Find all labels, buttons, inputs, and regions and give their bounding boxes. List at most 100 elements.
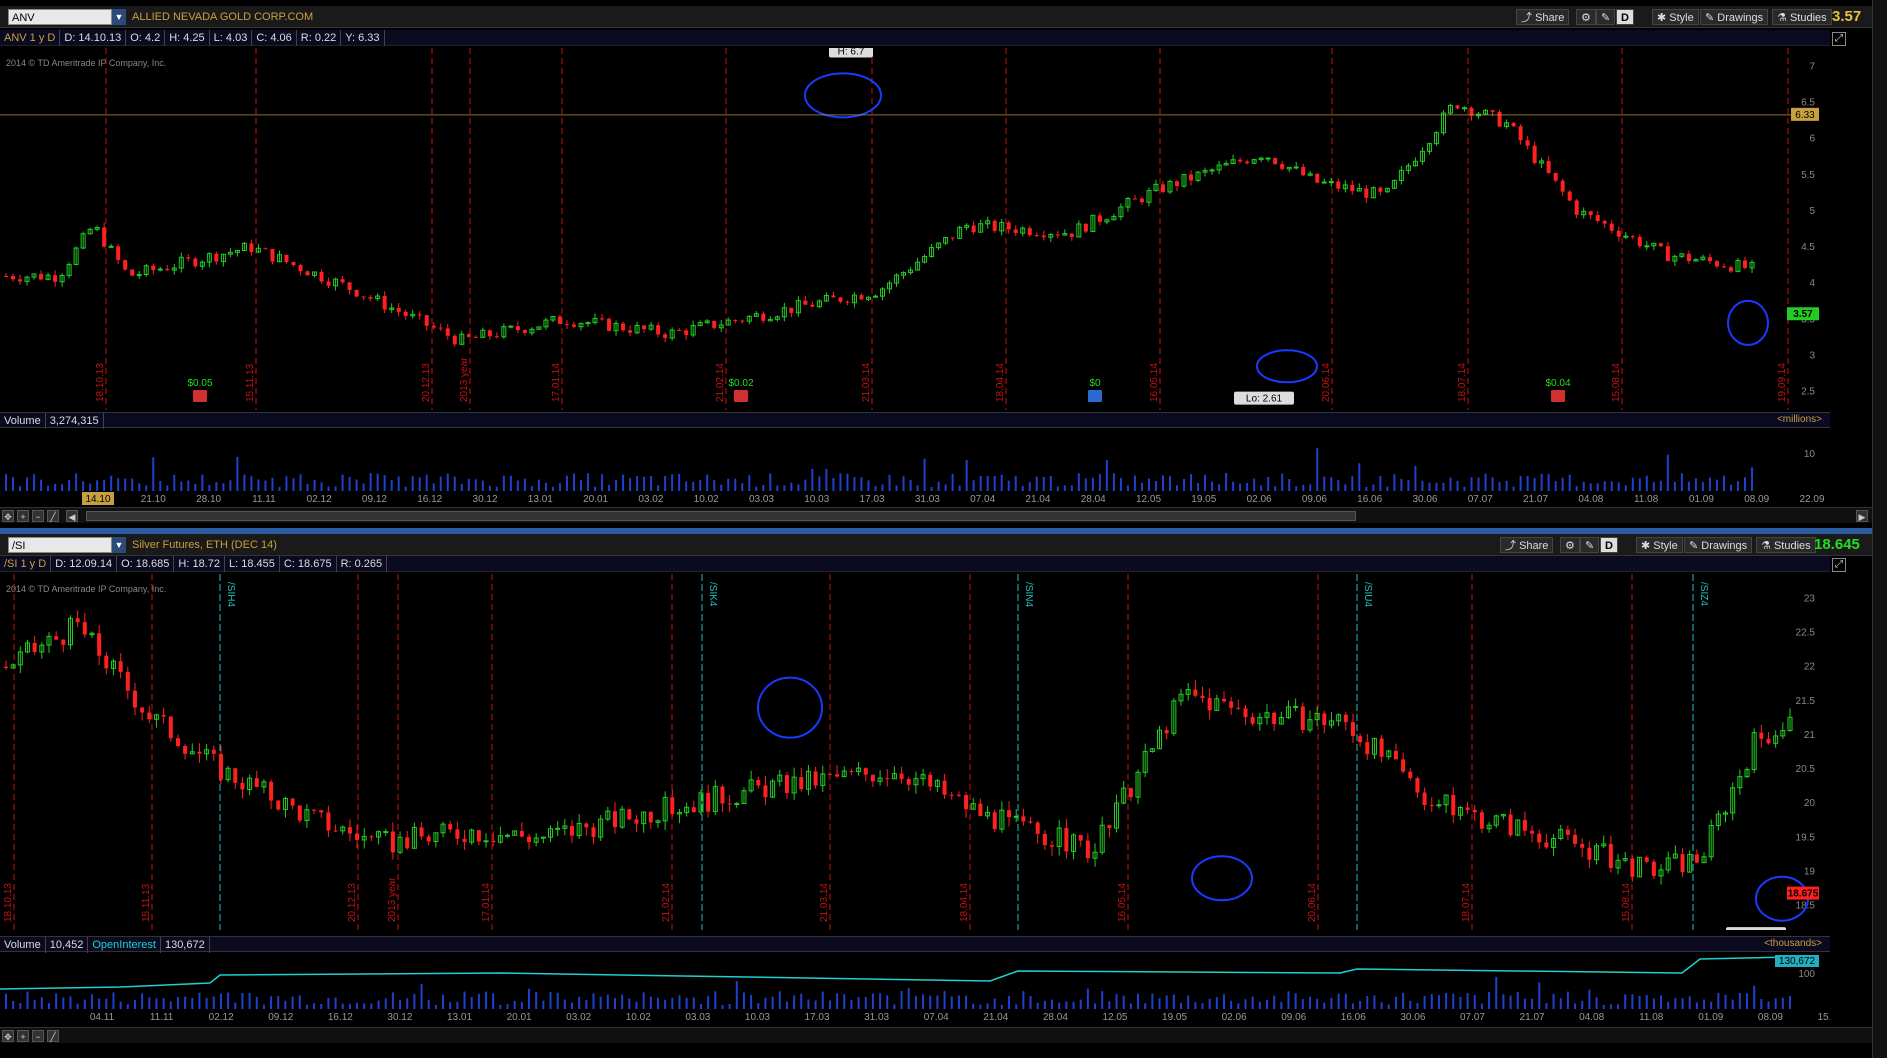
studies-button[interactable]: ⚗ Studies — [1756, 537, 1816, 553]
time-axis-label: 03.03 — [749, 494, 774, 505]
zoom-out-icon[interactable]: − — [32, 510, 44, 522]
volume-header: Volume 10,452 OpenInterest 130,672 <thousan… — [0, 936, 1830, 953]
candle-body — [125, 671, 130, 691]
symbol-input[interactable]: /SI — [8, 537, 112, 553]
candle-body — [319, 810, 324, 813]
candle-body — [906, 778, 911, 785]
share-button[interactable]: ⤴ Share — [1500, 537, 1554, 553]
candle-body — [82, 622, 87, 635]
candle-body — [634, 819, 639, 824]
drawings-button[interactable]: ✎ Drawings — [1684, 537, 1753, 553]
candle-body — [1097, 215, 1102, 222]
price-axis-label: 20.5 — [1796, 764, 1816, 775]
candle-body — [684, 330, 689, 335]
time-axis-label: 21.07 — [1523, 494, 1548, 505]
candle-body — [555, 827, 561, 830]
settings-button[interactable]: ⚙ — [1576, 9, 1596, 25]
settings-button[interactable]: ⚙ — [1560, 537, 1580, 553]
maximize-icon[interactable]: ⤢ — [1832, 558, 1846, 572]
time-axis-label: 30.12 — [387, 1012, 412, 1023]
pan-icon[interactable]: ✥ — [2, 1030, 14, 1042]
style-button[interactable]: ✱ Style — [1636, 537, 1683, 553]
candle-body — [1422, 792, 1427, 806]
dividend-label: $0.02 — [728, 378, 753, 389]
candle-body — [849, 771, 854, 773]
candle-body — [1580, 843, 1585, 848]
zoom-in-icon[interactable]: + — [17, 1030, 29, 1042]
price-chart[interactable]: 2014 © TD Ameritrade IP Company, Inc. 76… — [0, 48, 1830, 410]
pan-icon[interactable]: ✥ — [2, 510, 14, 522]
candle-body — [183, 745, 188, 754]
studies-button[interactable]: ⚗ Studies — [1772, 9, 1832, 25]
candle-body — [1085, 840, 1090, 859]
candle-body — [784, 775, 789, 794]
candle-body — [612, 811, 617, 828]
dividend-label: $0 — [1089, 378, 1101, 389]
candle-body — [1273, 158, 1278, 164]
maximize-icon[interactable]: ⤢ — [1832, 32, 1846, 46]
candle-body — [557, 316, 562, 324]
time-scrollbar[interactable]: ✥ + − ╱ — [0, 1027, 1887, 1043]
event-date-label: 19.09.14 — [1777, 363, 1788, 402]
period-button[interactable]: D — [1616, 9, 1634, 25]
last-price: 3.57 — [1832, 8, 1862, 25]
drawing-tool-button[interactable]: ✎ — [1580, 537, 1600, 553]
scroll-thumb[interactable] — [86, 511, 1356, 521]
volume-value: 3,274,315 — [46, 413, 104, 429]
candle-body — [540, 836, 546, 839]
time-axis-label: 31.03 — [864, 1012, 889, 1023]
drawings-button[interactable]: ✎ Drawings — [1700, 9, 1769, 25]
candle-body — [950, 237, 955, 239]
price-axis-label: 22.5 — [1796, 628, 1816, 639]
event-date-label: 18.10.13 — [95, 363, 106, 402]
candle-body — [312, 809, 317, 811]
symbol-dropdown[interactable]: ▼ — [112, 9, 126, 25]
candle-body — [628, 330, 633, 333]
dividend-label: $0.04 — [1545, 378, 1570, 389]
time-scrollbar[interactable]: ✥ + − ╱ ◀ ▶ — [0, 507, 1887, 523]
candle-body — [827, 773, 832, 775]
price-axis-label: 19 — [1804, 866, 1816, 877]
symbol-dropdown[interactable]: ▼ — [112, 537, 126, 553]
drawing-tool-button[interactable]: ✎ — [1596, 9, 1616, 25]
candle-body — [835, 774, 840, 777]
candle-body — [462, 838, 467, 843]
candle-body — [233, 768, 238, 783]
high-label: H: 6.7 — [838, 48, 865, 57]
panel-toolbar: /SI ▼ Silver Futures, ETH (DEC 14) ⤴ Sha… — [0, 534, 1887, 556]
scroll-left-icon[interactable]: ◀ — [66, 510, 78, 522]
candle-body — [1083, 223, 1088, 232]
ohlc-field: D: 12.09.14 — [51, 556, 118, 572]
candle-body — [1007, 810, 1012, 818]
volume-chart[interactable]: 100 130,672 — [0, 953, 1830, 1009]
time-axis-label: 04.08 — [1579, 1012, 1604, 1023]
candle-body — [515, 326, 520, 331]
price-axis-label: 5 — [1809, 206, 1815, 217]
time-axis-label: 19.05 — [1191, 494, 1216, 505]
candle-body — [978, 803, 983, 816]
pencil-icon: ✎ — [1689, 540, 1699, 552]
style-button[interactable]: ✱ Style — [1652, 9, 1699, 25]
symbol-input[interactable]: ANV — [8, 9, 112, 25]
price-chart[interactable]: 2014 © TD Ameritrade IP Company, Inc. 23… — [0, 574, 1830, 930]
share-button[interactable]: ⤴ Share — [1516, 9, 1570, 25]
candle-body — [1132, 198, 1137, 200]
candle-body — [763, 785, 768, 798]
price-axis-label: 23 — [1804, 593, 1816, 604]
event-date-label: 15.08.14 — [1621, 883, 1632, 922]
zoom-in-icon[interactable]: + — [17, 510, 29, 522]
ohlc-field: H: 18.72 — [174, 556, 225, 572]
candle-body — [305, 271, 310, 276]
candle-body — [326, 812, 331, 831]
scroll-right-icon[interactable]: ▶ — [1856, 510, 1868, 522]
draw-line-icon[interactable]: ╱ — [47, 1030, 59, 1042]
volume-chart[interactable]: 10 — [0, 429, 1830, 491]
zoom-out-icon[interactable]: − — [32, 1030, 44, 1042]
draw-line-icon[interactable]: ╱ — [47, 510, 59, 522]
candle-body — [368, 297, 373, 299]
period-button[interactable]: D — [1600, 537, 1618, 553]
studies-icon: ⚗ — [1777, 12, 1787, 24]
candle-body — [656, 325, 661, 335]
candle-body — [591, 827, 596, 838]
candle-body — [123, 260, 128, 270]
